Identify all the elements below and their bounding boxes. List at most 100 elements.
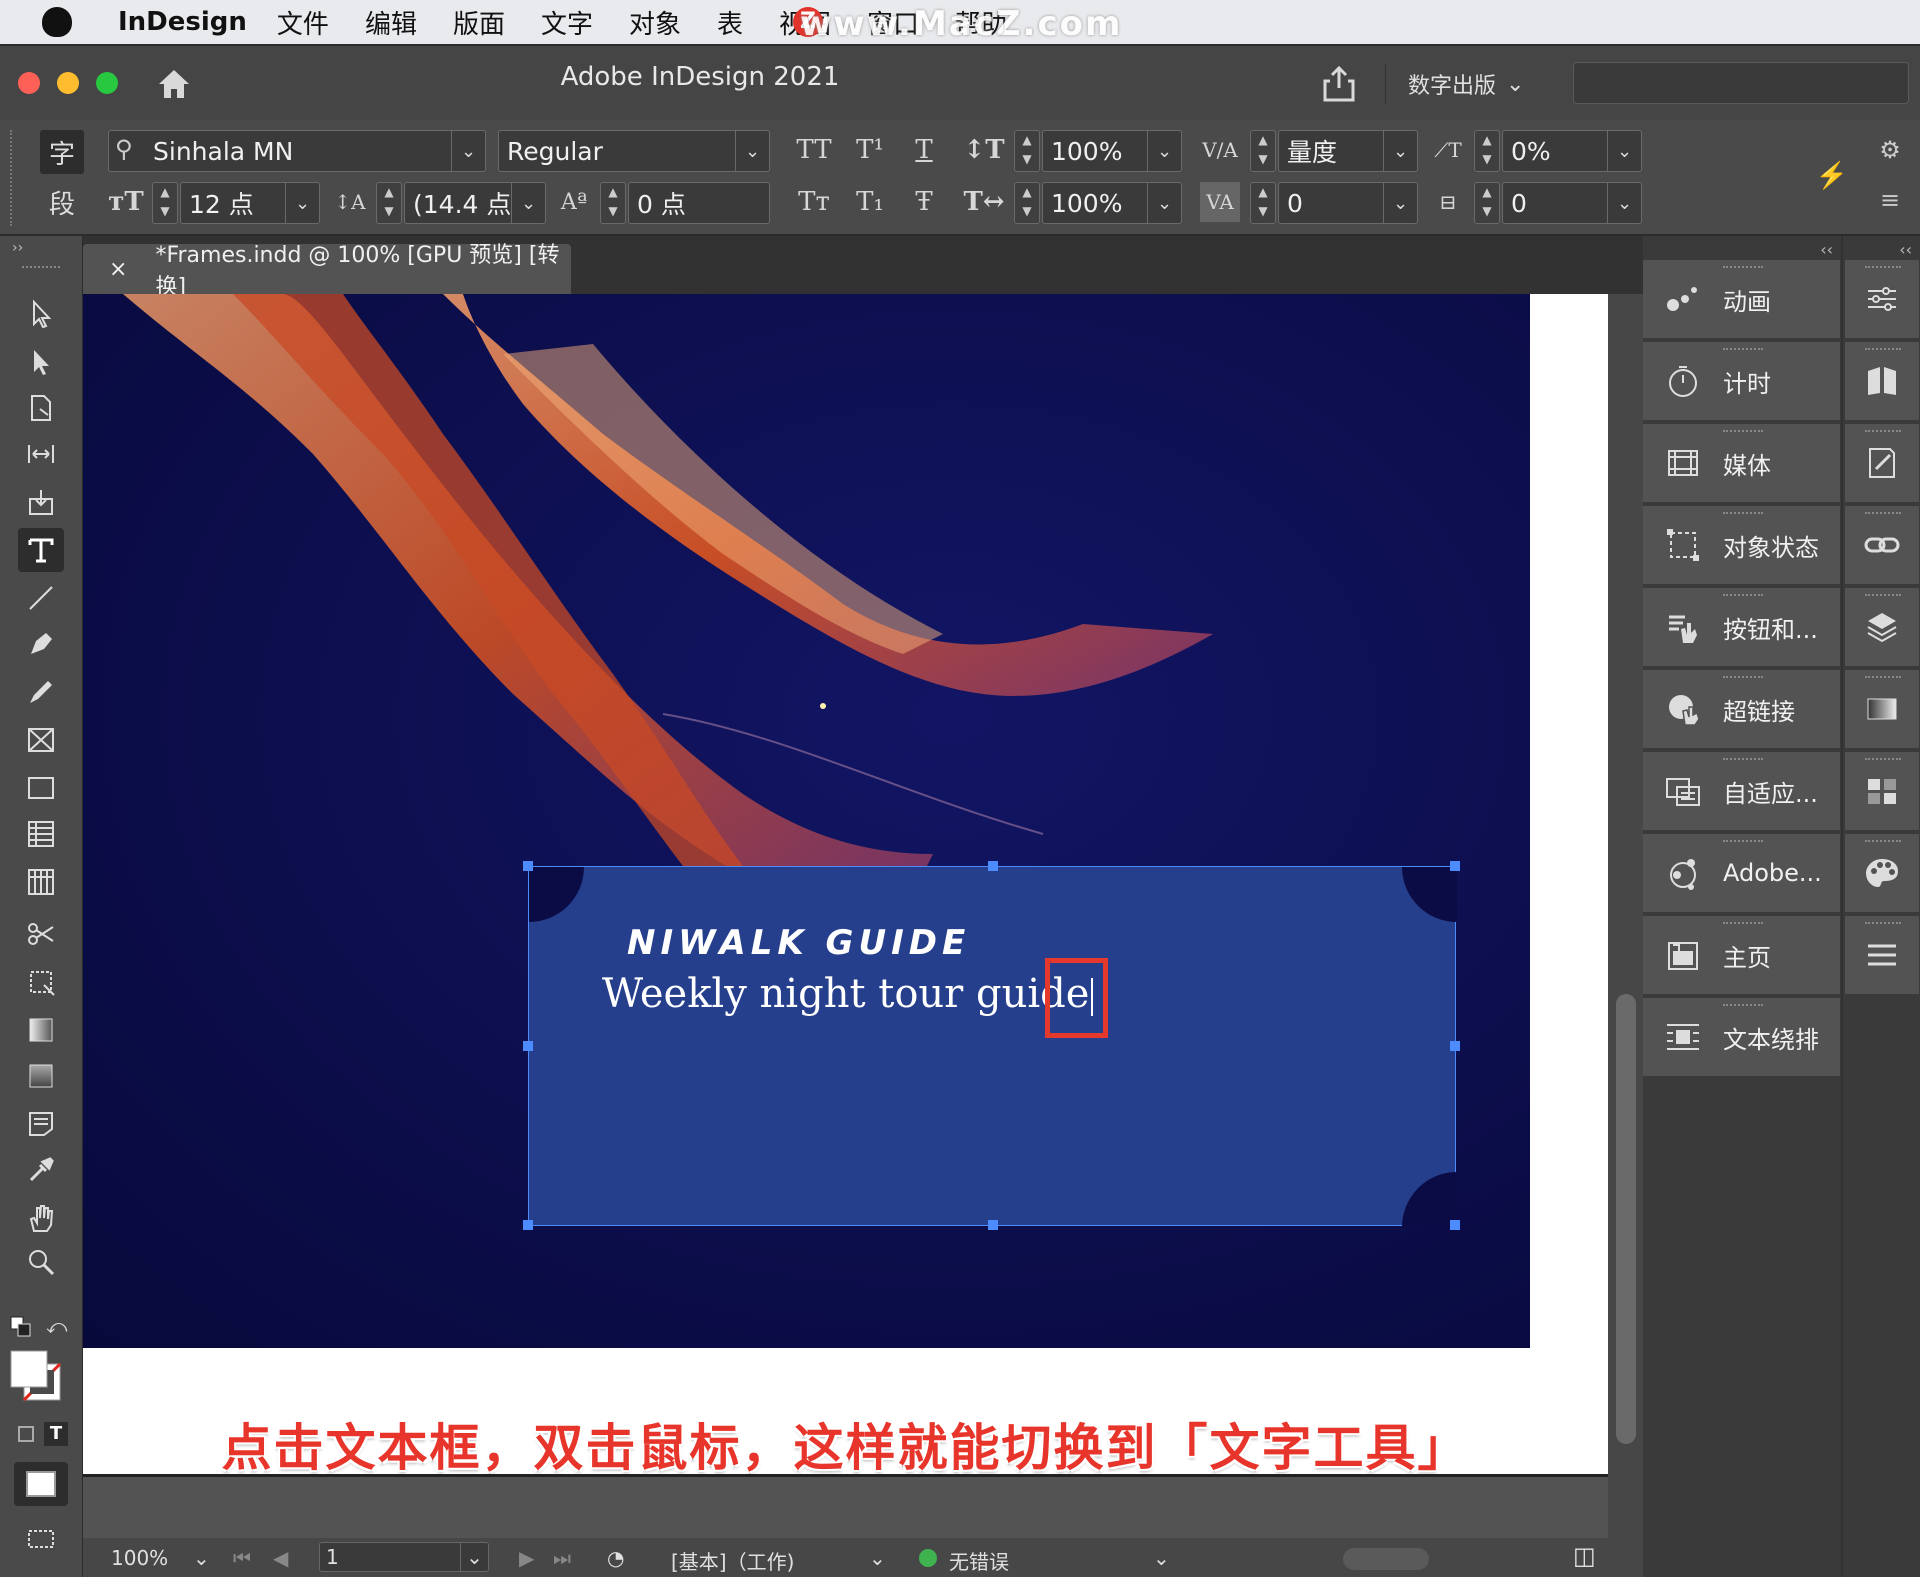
resize-handle-top[interactable] [988,861,998,871]
chevron-down-icon[interactable]: ⌄ [1607,183,1641,223]
previous-page-icon[interactable]: ◀ [273,1546,288,1570]
zoom-tool-icon[interactable] [18,1240,64,1284]
scissors-tool-icon[interactable] [18,912,64,956]
gradient-feather-tool-icon[interactable] [18,1054,64,1098]
swap-colors-icon[interactable]: ⤺ [46,1314,67,1338]
resize-handle-bottom-right[interactable] [1450,1220,1460,1230]
chevron-down-icon[interactable]: ⌄ [1147,183,1181,223]
layers-panel-button[interactable] [1845,588,1919,668]
apple-icon[interactable] [42,7,72,37]
page-tool-icon[interactable] [18,386,64,430]
hand-tool-icon[interactable] [18,1196,64,1240]
panel-animation[interactable]: 动画 [1643,260,1840,340]
chevron-down-icon[interactable]: ⌄ [511,183,545,223]
panel-grip[interactable] [1723,840,1763,845]
quick-apply-icon[interactable]: ⚡ [1812,156,1852,196]
frame-heading[interactable]: NIWALK GUIDE [627,923,970,963]
panel-liquid-layout[interactable]: 自适应... [1643,752,1840,832]
menu-type[interactable]: 文字 [541,4,593,41]
swatches-panel-button[interactable] [1845,752,1919,832]
paragraph-mode-button[interactable]: 段 [40,180,84,224]
menu-table[interactable]: 表 [717,4,743,41]
character-mode-button[interactable]: 字 [40,130,84,174]
eyedropper-tool-icon[interactable] [18,1148,64,1192]
note-tool-icon[interactable] [18,1102,64,1146]
panel-grip[interactable] [1723,758,1763,763]
panel-timing[interactable]: 计时 [1643,342,1840,422]
app-menu[interactable]: InDesign [118,7,247,37]
text-frame[interactable]: NIWALK GUIDE Weekly night tour guide [523,861,1460,1230]
font-family-field[interactable]: ⚲ Sinhala MN ⌄ [108,130,486,172]
panel-grip[interactable] [10,130,14,226]
gap-tool-icon[interactable] [18,432,64,476]
chevron-down-icon[interactable]: ⌄ [1383,183,1417,223]
direct-selection-tool-icon[interactable] [18,340,64,384]
font-style-field[interactable]: Regular ⌄ [498,130,770,172]
leading-field[interactable]: (14.4 点 ⌄ [404,182,546,224]
panel-grip[interactable] [1723,512,1763,517]
chevron-down-icon[interactable]: ⌄ [735,131,769,171]
panel-grip[interactable] [1723,676,1763,681]
line-tool-icon[interactable] [18,576,64,620]
panel-grip[interactable] [1723,1004,1763,1009]
tracking-field[interactable]: 0 ⌄ [1278,182,1418,224]
panel-menu-icon[interactable]: ≡ [1870,180,1910,220]
page-number-field[interactable]: 1 ⌄ [319,1542,489,1572]
resize-handle-bottom[interactable] [988,1220,998,1230]
toolbar-grip[interactable] [22,266,60,270]
panel-text-wrap[interactable]: 文本绕排 [1643,998,1840,1078]
subscript-button[interactable]: T₁ [850,182,890,222]
fill-stroke-swatch[interactable] [10,1350,62,1402]
panel-object-states[interactable]: 对象状态 [1643,506,1840,586]
resize-handle-bottom-left[interactable] [523,1220,533,1230]
share-icon[interactable] [1320,64,1358,104]
font-size-stepper[interactable]: ▲ ▼ [152,182,178,224]
small-caps-button[interactable]: Tт [794,182,834,222]
selection-tool-icon[interactable] [18,292,64,336]
split-layout-icon[interactable]: ◫ [1573,1542,1596,1570]
superscript-button[interactable]: T¹ [850,130,890,170]
zoom-level[interactable]: 100% [111,1546,168,1570]
panel-grip[interactable] [1723,922,1763,927]
stroke-panel-button[interactable] [1845,916,1919,996]
paragraph-styles-button[interactable] [1845,424,1919,504]
panel-grip[interactable] [1723,430,1763,435]
vertical-grid-tool-icon[interactable] [18,860,64,904]
horizontal-grid-tool-icon[interactable] [18,812,64,856]
horizontal-scale-stepper[interactable]: ▲ ▼ [1014,182,1040,224]
formatting-text-icon[interactable]: T [44,1422,68,1446]
default-colors-icon[interactable] [10,1316,32,1338]
panel-adobe-cc[interactable]: Adobe... [1643,834,1840,914]
all-caps-button[interactable]: TT [794,130,834,170]
chevron-down-icon[interactable]: ⌄ [1147,131,1181,171]
resize-handle-top-left[interactable] [523,861,533,871]
horizontal-scrollbar-thumb[interactable] [1343,1548,1429,1570]
pasteboard[interactable] [83,1474,1608,1538]
collapse-strip-icon[interactable]: ‹‹ [1899,240,1912,259]
skew-stepper[interactable]: ▲ ▼ [1474,130,1500,172]
pencil-tool-icon[interactable] [18,670,64,714]
content-collector-tool-icon[interactable] [18,480,64,524]
menu-edit[interactable]: 编辑 [365,4,417,41]
preflight-status[interactable]: 无错误 [949,1546,1009,1575]
master-page-label[interactable]: [基本]（工作) [671,1546,794,1575]
properties-panel-button[interactable] [1845,260,1919,340]
strikethrough-button[interactable]: Ŧ [904,182,944,222]
pen-tool-icon[interactable] [18,622,64,666]
next-page-icon[interactable]: ▶ [519,1546,534,1570]
panel-pages[interactable]: 主页 [1643,916,1840,996]
expand-toolbar-icon[interactable]: ›› [12,240,23,256]
page-icon[interactable]: ◔ [607,1546,624,1570]
resize-handle-top-right[interactable] [1450,861,1460,871]
baseline-shift-field[interactable]: 0 点 [628,182,770,224]
vertical-scrollbar[interactable] [1608,294,1643,1538]
workspace-switcher[interactable]: 数字出版 ⌄ [1385,64,1560,104]
chevron-down-icon[interactable]: ⌄ [869,1546,886,1570]
font-size-field[interactable]: 12 点 ⌄ [180,182,320,224]
gear-icon[interactable]: ⚙ [1870,130,1910,170]
normal-view-mode-icon[interactable] [14,1462,68,1506]
menu-layout[interactable]: 版面 [453,4,505,41]
gradient-swatch-tool-icon[interactable] [18,1008,64,1052]
vertical-scale-stepper[interactable]: ▲ ▼ [1014,130,1040,172]
panel-buttons-forms[interactable]: 按钮和... [1643,588,1840,668]
